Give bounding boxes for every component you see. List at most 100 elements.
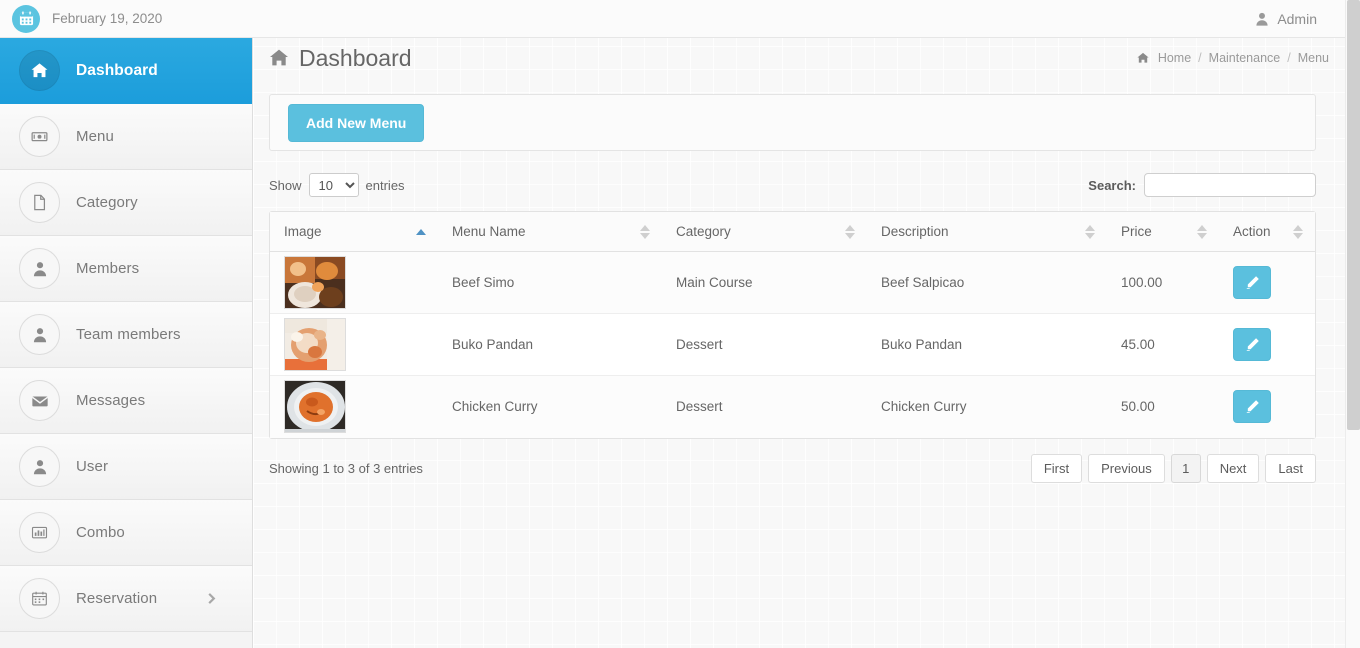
edit-button[interactable] [1233, 328, 1271, 361]
column-header-description[interactable]: Description [867, 212, 1107, 252]
edit-button[interactable] [1233, 266, 1271, 299]
column-label: Image [284, 224, 322, 239]
home-icon [269, 48, 289, 68]
sidebar-item-user[interactable]: User [0, 434, 252, 500]
pencil-icon [1246, 338, 1259, 351]
table-row: Buko Pandan Dessert Buko Pandan 45.00 [270, 313, 1315, 376]
sort-icon [1197, 224, 1207, 239]
edit-button[interactable] [1233, 390, 1271, 424]
bar-chart-icon [19, 512, 60, 553]
sidebar-item-label: Category [76, 194, 138, 211]
sidebar-item-menu[interactable]: Menu [0, 104, 252, 170]
sort-ascending-icon [416, 228, 426, 235]
column-label: Action [1233, 224, 1271, 239]
user-icon [19, 314, 60, 355]
cell-menu-name: Buko Pandan [438, 313, 662, 376]
sidebar-item-combo[interactable]: Combo [0, 500, 252, 566]
action-panel: Add New Menu [269, 94, 1316, 151]
cell-action [1219, 251, 1315, 314]
sidebar-item-category[interactable]: Category [0, 170, 252, 236]
sidebar-item-label: Reservation [76, 590, 158, 607]
cell-category: Dessert [676, 399, 723, 415]
page-header: Dashboard Home / Maintenance / Menu [253, 38, 1345, 78]
column-label: Category [676, 224, 731, 239]
sidebar-item-label: Members [76, 260, 140, 277]
add-new-menu-button[interactable]: Add New Menu [288, 103, 425, 142]
topbar-date-group: February 19, 2020 [0, 4, 163, 33]
home-icon [19, 50, 60, 91]
entries-label: entries [365, 177, 405, 193]
page-title-text: Dashboard [299, 44, 412, 71]
menu-table-wrapper: Image Menu Name Category Description Pri… [269, 211, 1316, 439]
sort-icon [845, 224, 855, 239]
sidebar-item-label: Messages [76, 392, 146, 409]
column-label: Menu Name [452, 224, 526, 239]
pagination-previous[interactable]: Previous [1088, 453, 1165, 483]
column-header-menu-name[interactable]: Menu Name [438, 212, 662, 252]
pagination-next[interactable]: Next [1206, 453, 1260, 483]
pagination-first[interactable]: First [1030, 453, 1083, 483]
current-date: February 19, 2020 [52, 11, 163, 26]
menu-table: Image Menu Name Category Description Pri… [270, 212, 1315, 438]
pencil-icon [1246, 400, 1259, 414]
column-header-price[interactable]: Price [1107, 212, 1219, 252]
cell-image [270, 251, 438, 314]
pagination: First Previous 1 Next Last [1030, 453, 1316, 483]
main-content: Dashboard Home / Maintenance / Menu Add … [253, 38, 1345, 648]
breadcrumb: Home / Maintenance / Menu [1137, 51, 1329, 65]
cell-description: Chicken Curry [881, 399, 967, 415]
table-header-row: Image Menu Name Category Description Pri… [270, 212, 1315, 252]
page-scrollbar[interactable] [1345, 0, 1360, 648]
scrollbar-thumb[interactable] [1347, 0, 1360, 430]
pagination-last[interactable]: Last [1265, 453, 1316, 483]
cell-description: Buko Pandan [867, 313, 1107, 376]
home-icon [1137, 52, 1149, 64]
cell-description: Beef Salpicao [867, 251, 1107, 314]
sidebar-item-members[interactable]: Members [0, 236, 252, 302]
sidebar-item-label: Combo [76, 524, 125, 541]
top-bar: February 19, 2020 Admin [0, 0, 1345, 38]
entries-length-control: Show 10 entries [269, 173, 405, 197]
sort-icon [1293, 224, 1303, 239]
pagination-page-1[interactable]: 1 [1170, 453, 1201, 483]
buko-pandan-thumbnail [284, 318, 346, 371]
sidebar-item-team-members[interactable]: Team members [0, 302, 252, 368]
cell-action [1219, 376, 1315, 438]
money-bill-icon [19, 116, 60, 157]
breadcrumb-separator: / [1198, 51, 1202, 65]
cell-price: 45.00 [1107, 313, 1219, 376]
user-icon [19, 446, 60, 487]
table-row: Beef Simo Main Course Beef Salpicao 100.… [270, 251, 1315, 314]
column-header-category[interactable]: Category [662, 212, 867, 252]
cell-category: Dessert [662, 313, 867, 376]
sidebar-item-messages[interactable]: Messages [0, 368, 252, 434]
column-label: Price [1121, 224, 1152, 239]
datatable-toolbar: Show 10 entries Search: [269, 171, 1316, 199]
datatable-info: Showing 1 to 3 of 3 entries [269, 460, 423, 476]
cell-price: 50.00 [1121, 399, 1155, 415]
column-header-action[interactable]: Action [1219, 212, 1315, 252]
breadcrumb-link-maintenance[interactable]: Maintenance [1209, 51, 1281, 65]
chicken-curry-thumbnail [284, 380, 346, 434]
sidebar-item-dashboard[interactable]: Dashboard [0, 38, 252, 104]
page-title: Dashboard [269, 45, 412, 72]
table-row: Chicken Curry Dessert Chicken Curry 50.0… [270, 375, 1315, 438]
calendar-icon [19, 578, 60, 619]
breadcrumb-current-menu: Menu [1297, 51, 1329, 65]
datatable-footer: Showing 1 to 3 of 3 entries First Previo… [269, 453, 1316, 483]
entries-select[interactable]: 10 [308, 173, 359, 197]
chevron-right-icon [205, 592, 218, 605]
breadcrumb-link-home[interactable]: Home [1158, 51, 1191, 65]
table-body: Beef Simo Main Course Beef Salpicao 100.… [270, 251, 1315, 438]
table-head: Image Menu Name Category Description Pri… [270, 212, 1315, 252]
sort-icon [640, 224, 650, 239]
beef-salpicao-thumbnail [284, 256, 346, 309]
column-header-image[interactable]: Image [270, 212, 438, 252]
cell-action [1219, 313, 1315, 376]
user-menu[interactable]: Admin [1255, 11, 1345, 27]
sidebar: Dashboard Menu Category Members Team mem… [0, 38, 253, 648]
sidebar-item-label: User [76, 458, 109, 475]
column-label: Description [881, 224, 949, 239]
sidebar-item-reservation[interactable]: Reservation [0, 566, 252, 632]
search-input[interactable] [1144, 173, 1316, 197]
